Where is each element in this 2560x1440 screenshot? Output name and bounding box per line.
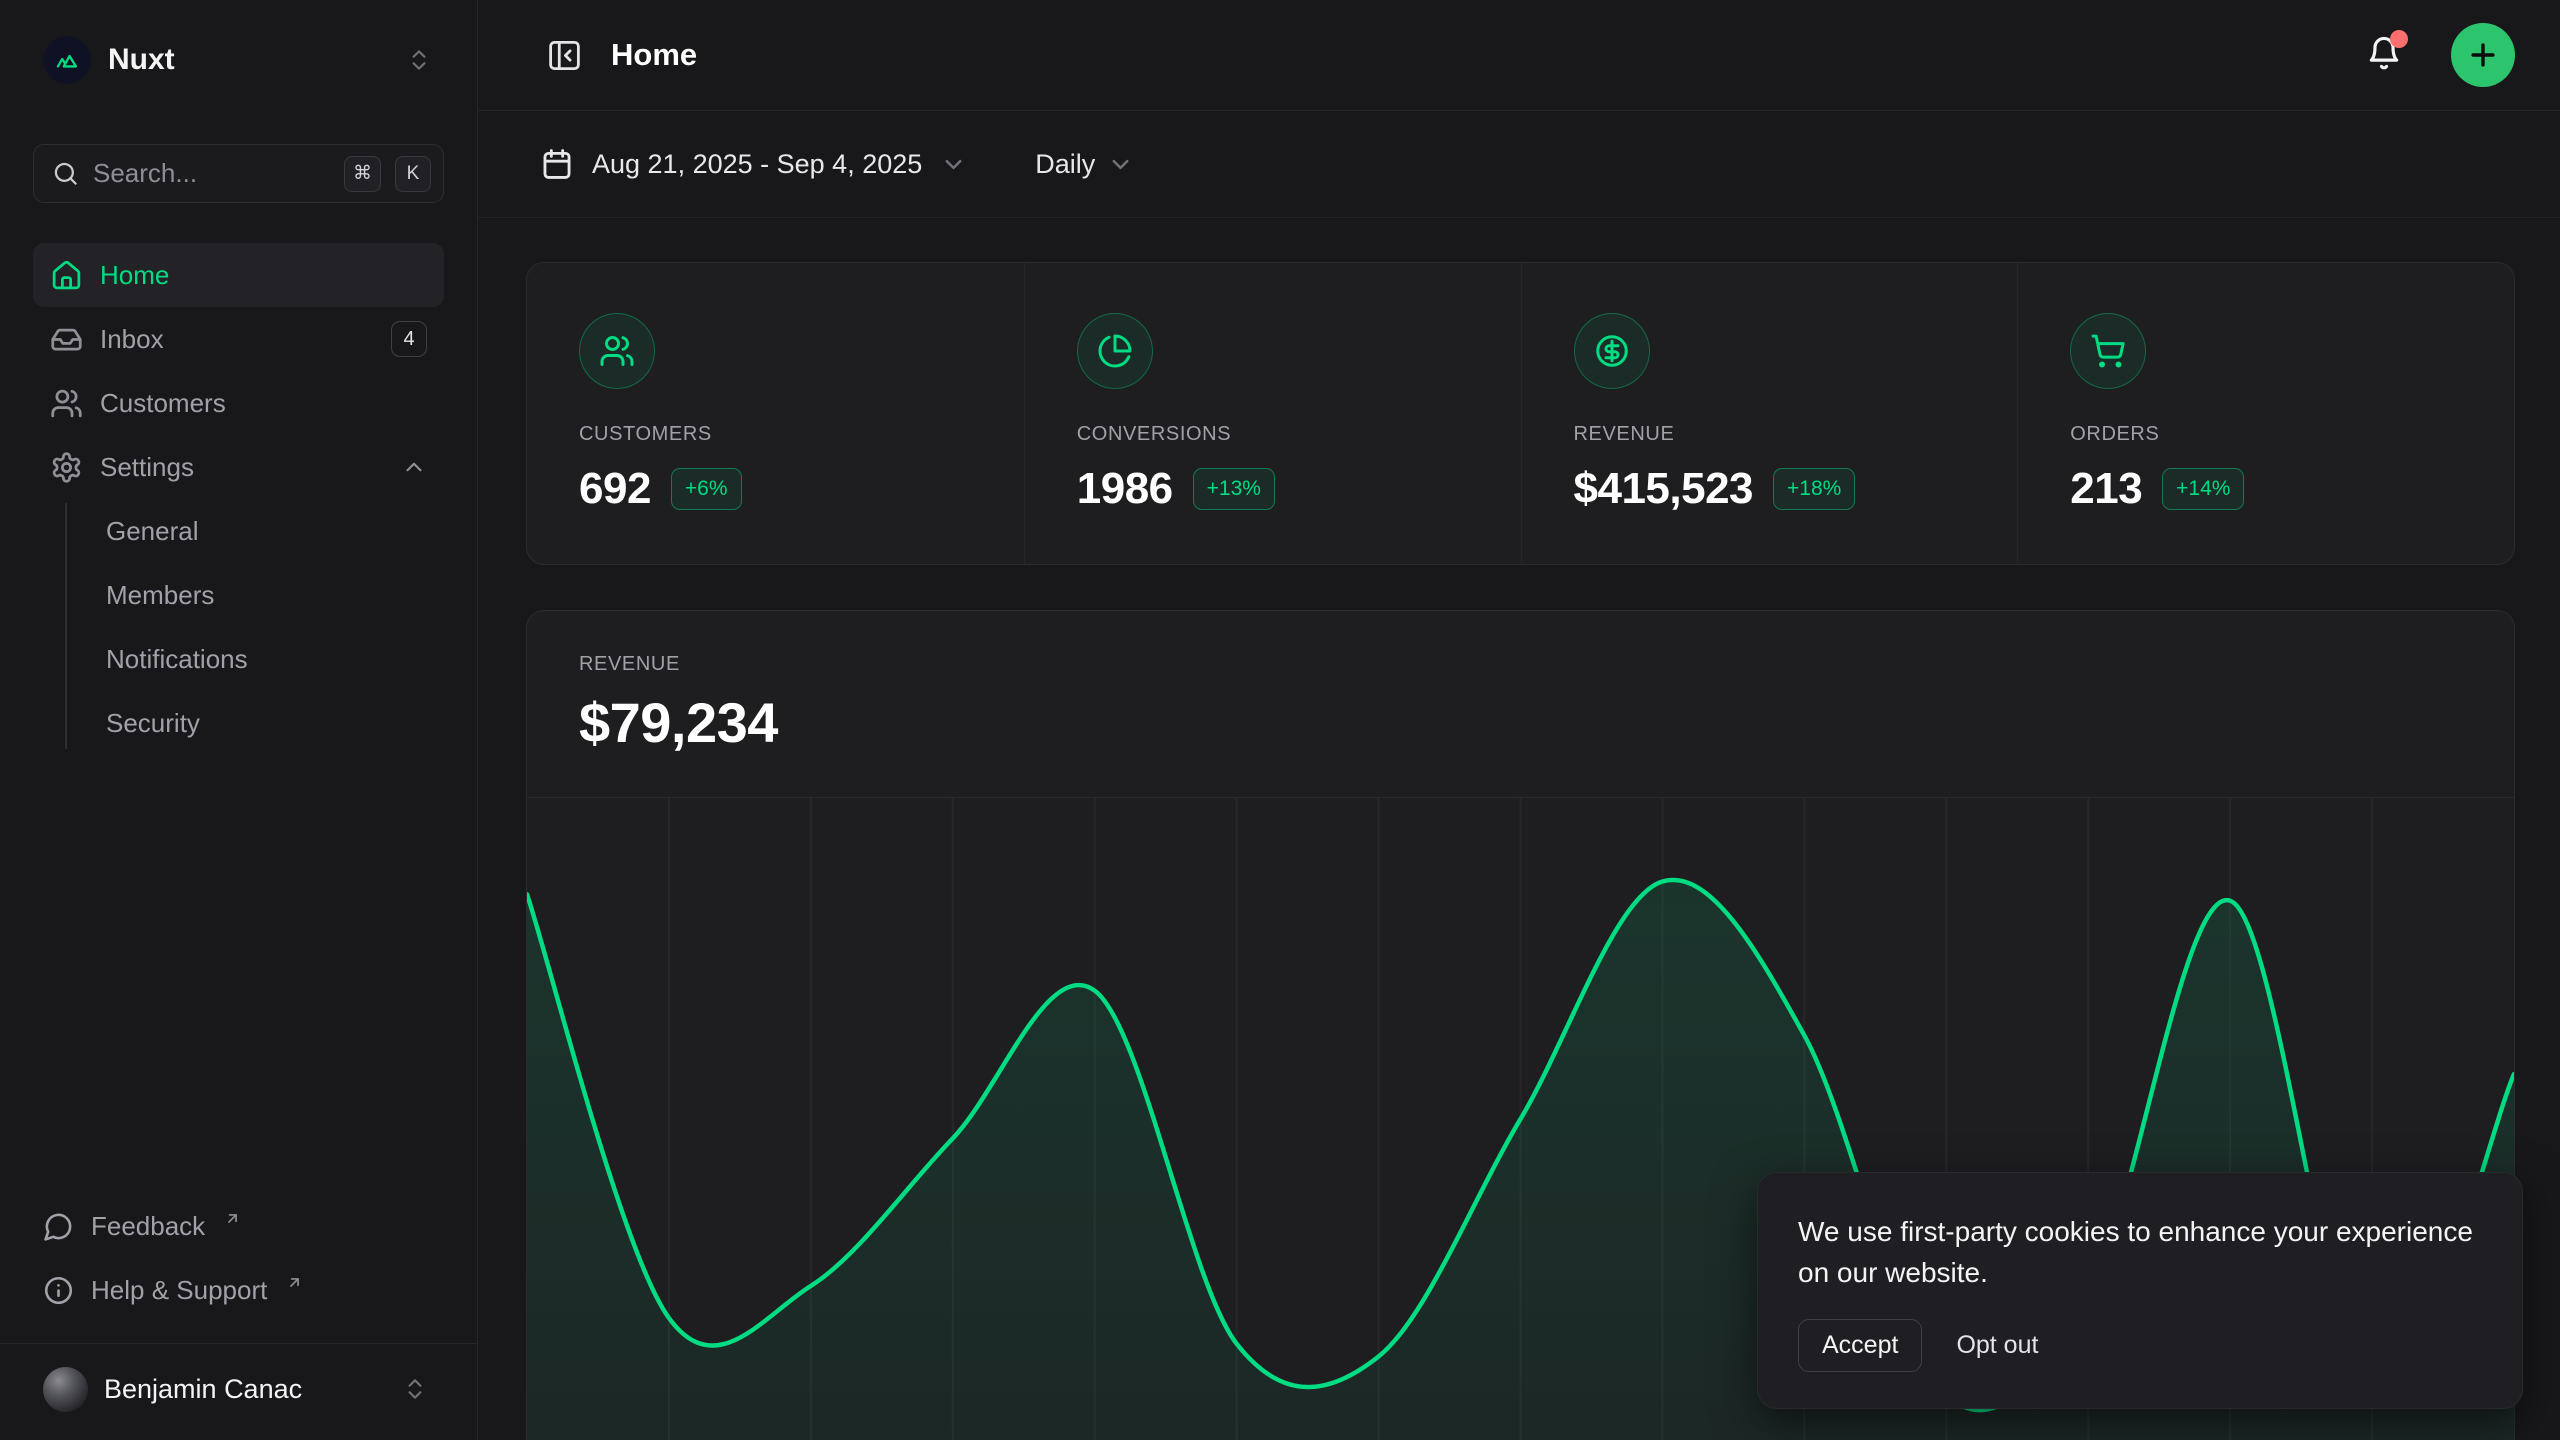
filters-toolbar: Aug 21, 2025 - Sep 4, 2025 Daily [478, 111, 2560, 218]
stat-delta-badge: +18% [1773, 468, 1855, 510]
app-root: Nuxt Search... ⌘ K Home Inbox 4 [0, 0, 2560, 1440]
sidebar-item-label: Inbox [100, 324, 374, 355]
stat-value: 213 [2070, 464, 2142, 514]
sidebar-item-label: Settings [100, 452, 384, 483]
main-panel: Home Aug 21, 2025 - Sep 4, 2025 Daily [478, 0, 2560, 1440]
stat-label: CUSTOMERS [579, 423, 984, 446]
inbox-icon [50, 323, 83, 356]
create-button[interactable] [2451, 23, 2515, 87]
chevron-down-icon [1107, 151, 1134, 178]
feedback-label: Feedback [91, 1211, 205, 1242]
stat-conversions[interactable]: CONVERSIONS 1986 +13% [1024, 263, 1521, 564]
granularity-value: Daily [1035, 149, 1095, 180]
external-link-icon [286, 1267, 303, 1298]
help-support-label: Help & Support [91, 1275, 267, 1306]
cookie-banner: We use first-party cookies to enhance yo… [1757, 1172, 2523, 1409]
stat-orders[interactable]: ORDERS 213 +14% [2017, 263, 2514, 564]
calendar-icon [540, 147, 574, 181]
kbd-k: K [395, 156, 431, 192]
sidebar-spacer [33, 755, 444, 1195]
accept-cookies-button[interactable]: Accept [1798, 1319, 1922, 1372]
stat-delta-badge: +6% [671, 468, 742, 510]
stats-row: CUSTOMERS 692 +6% CONVERSIONS 1986 +13% [526, 262, 2515, 565]
stat-label: REVENUE [1574, 423, 1978, 446]
stat-customers[interactable]: CUSTOMERS 692 +6% [527, 263, 1024, 564]
stat-value: $415,523 [1574, 464, 1754, 514]
home-icon [50, 259, 83, 292]
stat-value: 692 [579, 464, 651, 514]
user-name: Benjamin Canac [104, 1374, 380, 1405]
stat-value: 1986 [1077, 464, 1173, 514]
sidebar-item-settings[interactable]: Settings [33, 435, 444, 499]
submenu-guide-line [65, 503, 67, 749]
sidebar-item-security[interactable]: Security [33, 691, 444, 755]
revenue-chart-value: $79,234 [579, 690, 2462, 755]
sidebar-nav: Home Inbox 4 Customers Settings Genera [33, 243, 444, 755]
user-menu[interactable]: Benjamin Canac [33, 1344, 444, 1434]
chevrons-up-down-icon [396, 1370, 434, 1408]
sidebar-item-members[interactable]: Members [33, 563, 444, 627]
sidebar-item-label: Customers [100, 388, 427, 419]
sidebar-item-inbox[interactable]: Inbox 4 [33, 307, 444, 371]
cart-icon [2070, 313, 2146, 389]
date-range-picker[interactable]: Aug 21, 2025 - Sep 4, 2025 [540, 147, 967, 181]
workspace-name: Nuxt [108, 43, 383, 77]
message-bubble-icon [43, 1211, 74, 1242]
chevrons-up-down-icon[interactable] [400, 41, 438, 79]
help-support-link[interactable]: Help & Support [33, 1259, 444, 1323]
search-placeholder: Search... [93, 158, 330, 189]
collapse-sidebar-button[interactable] [540, 31, 589, 80]
settings-submenu: General Members Notifications Security [33, 499, 444, 755]
stat-revenue[interactable]: REVENUE $415,523 +18% [1521, 263, 2018, 564]
sidebar-item-general[interactable]: General [33, 499, 444, 563]
sidebar-item-notifications[interactable]: Notifications [33, 627, 444, 691]
external-link-icon [224, 1203, 241, 1234]
granularity-select[interactable]: Daily [1035, 149, 1134, 180]
notifications-button[interactable] [2365, 34, 2403, 77]
sidebar-item-customers[interactable]: Customers [33, 371, 444, 435]
users-icon [50, 387, 83, 420]
feedback-link[interactable]: Feedback [33, 1195, 444, 1259]
users-icon [579, 313, 655, 389]
sidebar-item-label: Home [100, 260, 427, 291]
stat-label: ORDERS [2070, 423, 2474, 446]
workspace-switcher[interactable]: Nuxt [33, 0, 444, 84]
sidebar-footer: Feedback Help & Support Benjamin Canac [33, 1195, 444, 1440]
panel-left-close-icon [546, 37, 583, 74]
sidebar: Nuxt Search... ⌘ K Home Inbox 4 [0, 0, 478, 1440]
revenue-chart-label: REVENUE [579, 653, 2462, 676]
inbox-count-badge: 4 [391, 321, 427, 357]
stat-delta-badge: +14% [2162, 468, 2244, 510]
kbd-meta: ⌘ [344, 156, 381, 192]
pie-chart-icon [1077, 313, 1153, 389]
info-circle-icon [43, 1275, 74, 1306]
date-range-value: Aug 21, 2025 - Sep 4, 2025 [592, 149, 922, 180]
sidebar-item-home[interactable]: Home [33, 243, 444, 307]
page-title: Home [611, 37, 697, 73]
plus-icon [2466, 38, 2500, 72]
stat-label: CONVERSIONS [1077, 423, 1481, 446]
page-header: Home [478, 0, 2560, 111]
chevron-up-icon [401, 454, 427, 480]
avatar [43, 1367, 88, 1412]
dollar-circle-icon [1574, 313, 1650, 389]
gear-icon [50, 451, 83, 484]
chevron-down-icon [940, 151, 967, 178]
stat-delta-badge: +13% [1193, 468, 1275, 510]
search-input[interactable]: Search... ⌘ K [33, 144, 444, 203]
cookie-actions: Accept Opt out [1798, 1319, 2482, 1372]
cookie-message: We use first-party cookies to enhance yo… [1798, 1211, 2482, 1293]
nuxt-logo [43, 36, 91, 84]
opt-out-button[interactable]: Opt out [1956, 1331, 2038, 1360]
revenue-chart-header: REVENUE $79,234 [527, 611, 2514, 797]
search-icon [52, 160, 79, 187]
notification-dot [2390, 30, 2408, 48]
